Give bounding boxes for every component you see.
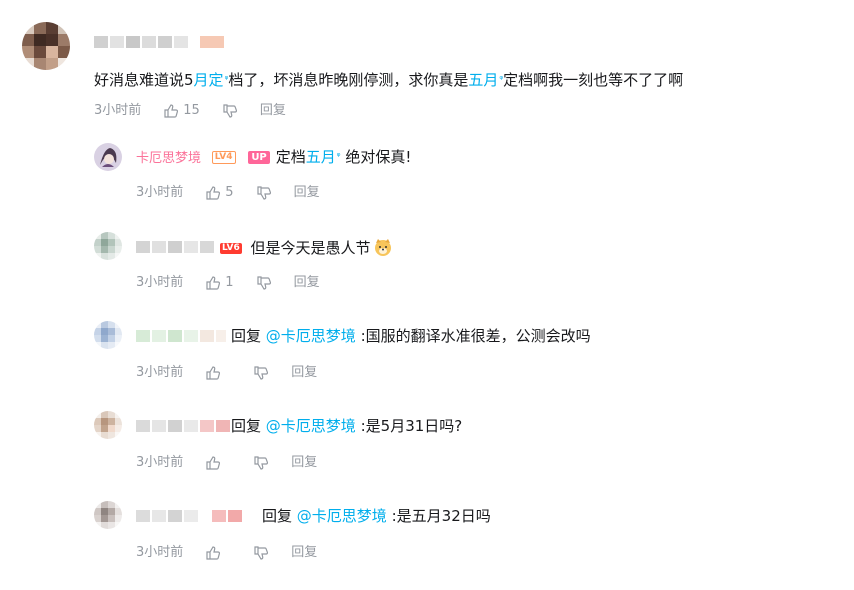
timestamp: 3小时前 [136,275,184,290]
dislike-button[interactable] [253,545,269,561]
reply-meta: 3小时前 回复 [136,364,317,382]
username-blurred[interactable] [94,35,224,49]
thumbs-up-icon [206,186,221,200]
dislike-button[interactable] [253,365,269,381]
reply-button[interactable]: 回复 [291,364,317,382]
thumbs-up-icon [206,276,221,290]
reply-button[interactable]: 回复 [291,454,317,472]
avatar[interactable] [22,22,70,70]
avatar-image [94,143,122,171]
reply-line: 回复 @卡厄思梦境 :国服的翻译水准很差，公测会改吗 [231,327,591,345]
keyword-link[interactable]: 五月ᵠ [306,148,341,166]
dislike-button[interactable] [256,275,272,291]
up-badge: UP [248,151,270,164]
thumbs-down-icon [254,546,269,560]
reply-meta: 3小时前 5 回复 [136,184,320,202]
thumbs-down-icon [256,276,271,290]
timestamp: 3小时前 [136,545,184,560]
reply-button[interactable]: 回复 [260,102,286,120]
reply-button[interactable]: 回复 [291,544,317,562]
reply-meta: 3小时前 1 回复 [136,274,320,292]
avatar[interactable] [94,501,122,529]
mention-link[interactable]: @卡厄思梦境 [297,507,387,525]
username-blurred[interactable] [136,240,214,254]
mention-link[interactable]: @卡厄思梦境 [266,417,356,435]
thumbs-down-icon [223,104,237,118]
timestamp: 3小时前 [136,185,184,200]
thumbs-up-icon [164,104,179,118]
dog-emoji-icon [373,237,393,257]
like-button[interactable] [205,455,221,471]
reply-button[interactable]: 回复 [294,274,320,292]
avatar[interactable] [94,143,122,171]
dislike-button[interactable] [222,103,238,119]
timestamp: 3小时前 [136,365,184,380]
like-button[interactable] [205,365,221,381]
comment-text: 好消息难道说5月定ᵠ档了，坏消息昨晚刚停测，求你真是五月ᵠ定档啊我一刻也等不了了… [94,71,684,89]
reply-meta: 3小时前 回复 [136,454,317,472]
username[interactable]: 卡厄思梦境 [136,151,201,166]
mention-link[interactable]: @卡厄思梦境 [266,327,356,345]
reply-line: 回复 @卡厄思梦境 :是五月32日吗 [262,507,491,525]
username-blurred[interactable] [136,509,242,523]
like-count: 1 [225,275,234,290]
dislike-button[interactable] [256,185,272,201]
like-count: 15 [183,103,200,118]
timestamp: 3小时前 [136,455,184,470]
thumbs-down-icon [254,456,269,470]
reply-line: 卡厄思梦境 LV4 UP 定档五月ᵠ 绝对保真! [136,148,412,166]
dislike-button[interactable] [253,455,269,471]
reply-line: LV6 但是今天是愚人节 [220,237,393,258]
like-button[interactable] [205,545,221,561]
keyword-link[interactable]: 月定ᵠ [194,71,229,89]
reply-button[interactable]: 回复 [294,184,320,202]
reply-meta: 3小时前 回复 [136,544,317,562]
thumbs-down-icon [254,366,269,380]
level-badge: LV4 [211,151,236,164]
thumbs-down-icon [256,186,271,200]
like-count: 5 [225,185,234,200]
thumbs-up-icon [206,546,221,560]
thumbs-up-icon [206,456,221,470]
like-button[interactable]: 15 [163,102,200,120]
avatar[interactable] [94,232,122,260]
username-blurred[interactable] [136,419,230,433]
timestamp: 3小时前 [94,103,142,118]
comment-meta: 3小时前 15 回复 [94,102,286,120]
level-badge: LV6 [220,243,242,254]
like-button[interactable]: 1 [205,274,234,292]
avatar[interactable] [94,321,122,349]
thumbs-up-icon [206,366,221,380]
avatar[interactable] [94,411,122,439]
like-button[interactable]: 5 [205,184,234,202]
keyword-link[interactable]: 五月ᵠ [468,71,503,89]
reply-line: 回复 @卡厄思梦境 :是5月31日吗? [231,417,463,435]
username-blurred[interactable] [136,329,226,343]
